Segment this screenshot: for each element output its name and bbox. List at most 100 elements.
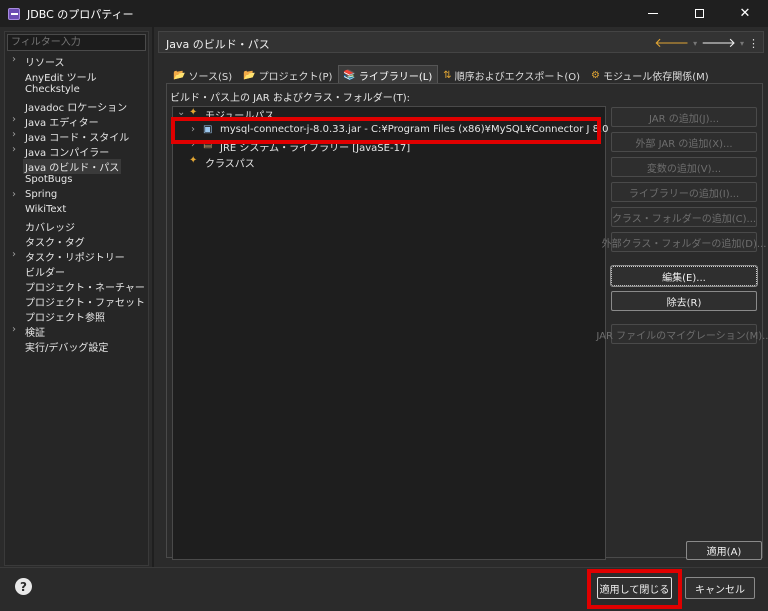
nav-item-label: WikiText bbox=[25, 204, 67, 215]
window-title: JDBC のプロパティー bbox=[27, 7, 134, 21]
tab-label: プロジェクト(P) bbox=[258, 71, 333, 83]
chevron-right-icon[interactable]: › bbox=[12, 189, 16, 200]
nav-item-resource[interactable]: › リソース bbox=[5, 54, 148, 69]
nav-item-label: タスク・リポジトリー bbox=[25, 253, 125, 264]
tab-projects[interactable]: 📂 プロジェクト(P) bbox=[238, 65, 338, 83]
edit-button[interactable]: 編集(E)... bbox=[610, 265, 758, 287]
annotation-highlight-jar bbox=[171, 117, 601, 144]
tab-module-dependencies[interactable]: ⚙ モジュール依存関係(M) bbox=[586, 65, 715, 83]
tab-label: モジュール依存関係(M) bbox=[602, 71, 709, 83]
nav-item-task-repository[interactable]: › タスク・リポジトリー bbox=[5, 249, 148, 264]
annotation-highlight-apply-close bbox=[587, 569, 682, 609]
nav-item-project-references[interactable]: プロジェクト参照 bbox=[5, 309, 148, 324]
nav-item-label: Spring bbox=[25, 189, 58, 200]
chevron-right-icon[interactable]: › bbox=[12, 129, 16, 140]
nav-item-java-build-path[interactable]: Java のビルド・パス bbox=[5, 159, 148, 174]
tab-label: ライブラリー(L) bbox=[358, 72, 433, 83]
chevron-right-icon[interactable]: › bbox=[12, 249, 16, 260]
tab-source[interactable]: 📂 ソース(S) bbox=[168, 65, 238, 83]
add-variable-button[interactable]: 変数の追加(V)... bbox=[611, 157, 757, 177]
order-export-icon: ⇅ bbox=[443, 69, 452, 81]
nav-item-label: Java エディター bbox=[25, 118, 99, 129]
nav-item-label: プロジェクト・ネーチャー bbox=[25, 283, 145, 294]
close-button[interactable]: ✕ bbox=[722, 0, 768, 27]
forward-arrow-icon[interactable]: 🡒 bbox=[701, 35, 736, 51]
apply-button[interactable]: 適用(A) bbox=[686, 541, 762, 560]
migrate-jar-button[interactable]: JAR ファイルのマイグレーション(M)... bbox=[596, 324, 768, 344]
cancel-button[interactable]: キャンセル bbox=[685, 577, 755, 599]
nav-item-anyedit[interactable]: AnyEdit ツール bbox=[5, 69, 148, 84]
eclipse-app-icon bbox=[8, 7, 20, 20]
page-nav: 🡐 ▾ 🡒 ▾ ⋮ bbox=[654, 35, 759, 51]
chevron-right-icon[interactable]: › bbox=[12, 54, 16, 65]
minimize-icon bbox=[648, 13, 658, 14]
add-class-folder-button[interactable]: クラス・フォルダーの追加(C)... bbox=[611, 207, 757, 227]
chevron-right-icon[interactable]: › bbox=[12, 324, 16, 335]
chevron-right-icon[interactable]: › bbox=[12, 144, 16, 155]
page-title: Java のビルド・パス bbox=[166, 38, 270, 51]
nav-item-label: プロジェクト参照 bbox=[25, 313, 105, 324]
nav-item-javadoc-location[interactable]: Javadoc ロケーション bbox=[5, 99, 148, 114]
tab-libraries[interactable]: 📚 ライブラリー(L) bbox=[338, 65, 439, 83]
nav-item-coverage[interactable]: カバレッジ bbox=[5, 219, 148, 234]
back-dropdown-icon[interactable]: ▾ bbox=[693, 39, 697, 48]
module-dependency-icon: ⚙ bbox=[591, 69, 600, 81]
help-icon[interactable]: ? bbox=[15, 578, 32, 595]
build-path-tabs: 📂 ソース(S) 📂 プロジェクト(P) 📚 ライブラリー(L) ⇅ 順序およびエクスポ… bbox=[168, 65, 715, 83]
nav-item-java-editor[interactable]: › Java エディター bbox=[5, 114, 148, 129]
tab-order-export[interactable]: ⇅ 順序およびエクスポート(O) bbox=[438, 65, 586, 83]
tab-label: 順序およびエクスポート(O) bbox=[454, 71, 580, 83]
tree-row-class-path[interactable]: ✦ クラスパス bbox=[173, 155, 605, 171]
add-external-jar-button[interactable]: 外部 JAR の追加(X)... bbox=[611, 132, 757, 152]
nav-item-project-natures[interactable]: プロジェクト・ネーチャー bbox=[5, 279, 148, 294]
path-icon: ✦ bbox=[189, 155, 198, 166]
tree-row-label: クラスパス bbox=[205, 159, 255, 170]
remove-button[interactable]: 除去(R) bbox=[611, 291, 757, 311]
nav-item-label: リソース bbox=[25, 58, 65, 69]
add-jar-button[interactable]: JAR の追加(J)... bbox=[611, 107, 757, 127]
add-library-button[interactable]: ライブラリーの追加(I)... bbox=[611, 182, 757, 202]
properties-page: Java のビルド・パス 🡐 ▾ 🡒 ▾ ⋮ 📂 ソース(S) 📂 プロジェクト(P… bbox=[158, 31, 768, 566]
nav-item-label: ビルダー bbox=[25, 268, 65, 279]
project-folder-icon: 📂 bbox=[243, 69, 256, 81]
nav-item-wikitext[interactable]: WikiText bbox=[5, 204, 148, 219]
nav-item-label: SpotBugs bbox=[25, 174, 73, 185]
build-path-label: ビルド・パス上の JAR およびクラス・フォルダー(T): bbox=[170, 93, 410, 104]
nav-item-java-code-style[interactable]: › Java コード・スタイル bbox=[5, 129, 148, 144]
nav-item-label: Javadoc ロケーション bbox=[25, 103, 128, 114]
nav-item-builders[interactable]: ビルダー bbox=[5, 264, 148, 279]
tab-label: ソース(S) bbox=[188, 71, 233, 83]
source-folder-icon: 📂 bbox=[173, 69, 186, 81]
nav-item-checkstyle[interactable]: Checkstyle bbox=[5, 84, 148, 99]
nav-item-spotbugs[interactable]: SpotBugs bbox=[5, 174, 148, 189]
page-header: Java のビルド・パス 🡐 ▾ 🡒 ▾ ⋮ bbox=[158, 31, 764, 53]
build-path-tree[interactable]: ⌄ ✦ モジュールパス › ▣ mysql-connector-j-8.0.33… bbox=[172, 106, 609, 560]
maximize-button[interactable] bbox=[676, 0, 722, 27]
nav-item-task-tags[interactable]: タスク・タグ bbox=[5, 234, 148, 249]
nav-item-label: Java のビルド・パス bbox=[23, 159, 122, 174]
nav-item-label: Java コンパイラー bbox=[25, 148, 110, 159]
nav-item-spring[interactable]: › Spring bbox=[5, 189, 148, 204]
nav-item-label: AnyEdit ツール bbox=[25, 73, 97, 84]
nav-item-java-compiler[interactable]: › Java コンパイラー bbox=[5, 144, 148, 159]
nav-item-label: 検証 bbox=[25, 328, 45, 339]
nav-item-label: 実行/デバッグ設定 bbox=[25, 343, 109, 354]
back-arrow-icon[interactable]: 🡐 bbox=[654, 35, 689, 51]
forward-dropdown-icon[interactable]: ▾ bbox=[740, 39, 744, 48]
nav-item-run-debug-settings[interactable]: 実行/デバッグ設定 bbox=[5, 339, 148, 354]
nav-item-label: Java コード・スタイル bbox=[25, 133, 130, 144]
pane-splitter[interactable] bbox=[152, 27, 154, 567]
close-icon: ✕ bbox=[739, 6, 751, 21]
chevron-right-icon[interactable]: › bbox=[12, 114, 16, 125]
nav-item-label: プロジェクト・ファセット bbox=[25, 298, 145, 309]
filter-input[interactable] bbox=[7, 34, 146, 51]
nav-item-label: カバレッジ bbox=[25, 223, 75, 234]
nav-item-project-facets[interactable]: プロジェクト・ファセット bbox=[5, 294, 148, 309]
maximize-icon bbox=[694, 9, 704, 18]
minimize-button[interactable] bbox=[630, 0, 676, 27]
nav-item-label: Checkstyle bbox=[25, 84, 80, 95]
view-menu-icon[interactable]: ⋮ bbox=[748, 37, 759, 50]
add-external-class-folder-button[interactable]: 外部クラス・フォルダーの追加(D)... bbox=[602, 232, 766, 252]
nav-item-validation[interactable]: › 検証 bbox=[5, 324, 148, 339]
nav-item-label: タスク・タグ bbox=[25, 238, 85, 249]
